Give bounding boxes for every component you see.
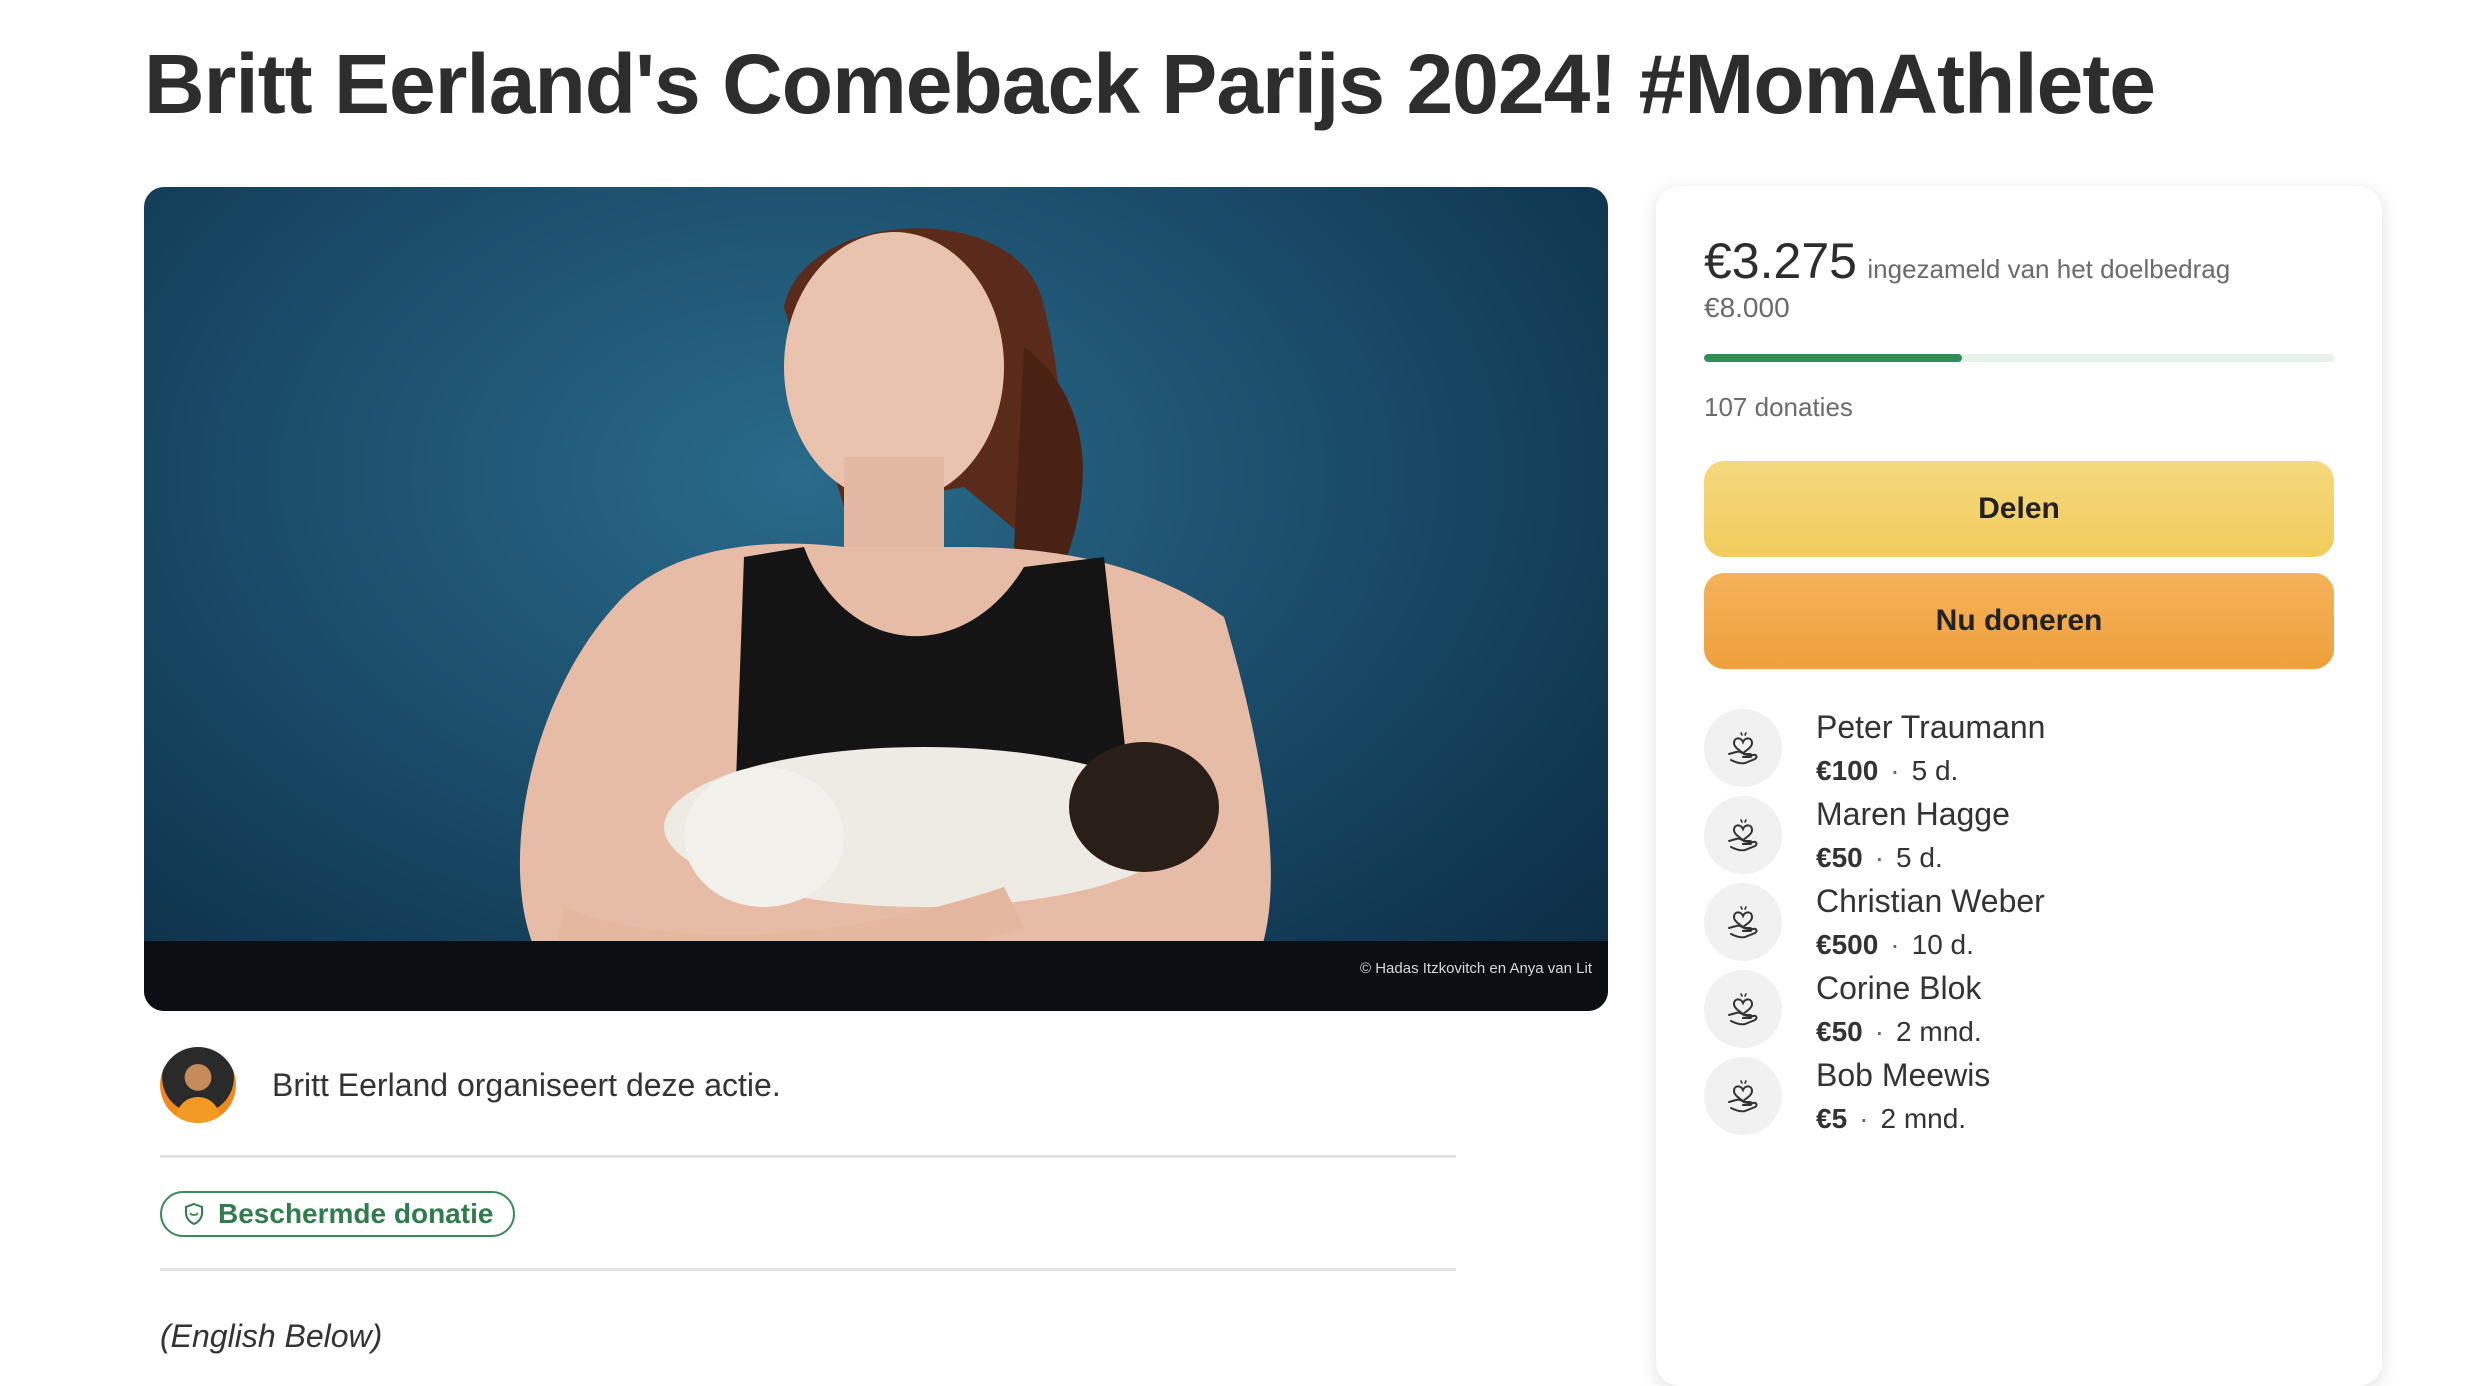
separator-dot: ·	[1890, 929, 1900, 960]
shield-icon	[185, 1202, 203, 1226]
heart-hand-icon	[1728, 993, 1758, 1026]
donor-avatar	[1704, 883, 1782, 961]
separator-dot: ·	[1890, 755, 1900, 786]
progress-bar	[1704, 354, 2334, 362]
donor-amount: €5	[1816, 1103, 1848, 1134]
heart-hand-icon	[1728, 819, 1758, 852]
heart-hand-icon	[1728, 906, 1758, 939]
donor-row[interactable]: Christian Weber €500 · 10 d.	[1704, 883, 2334, 973]
organizer-text: Britt Eerland organiseert deze actie.	[272, 1067, 781, 1103]
donation-card: €3.275 ingezameld van het doelbedrag €8.…	[1656, 186, 2382, 1386]
donor-avatar	[1704, 1057, 1782, 1135]
donor-amount: €100	[1816, 755, 1879, 786]
donor-name: Peter Traumann	[1816, 709, 2046, 745]
donor-row[interactable]: Corine Blok €50 · 2 mnd.	[1704, 970, 2334, 1060]
badge-label: Beschermde donatie	[218, 1198, 494, 1229]
goal-amount: €8.000	[1704, 292, 1790, 323]
divider-bottom	[160, 1268, 1456, 1271]
donor-meta: €50 · 5 d.	[1816, 842, 1943, 874]
donor-name: Christian Weber	[1816, 883, 2045, 919]
raised-label: ingezameld van het doelbedrag	[1867, 254, 2231, 284]
campaign-photo-illustration	[144, 228, 1608, 1011]
donor-time: 5 d.	[1911, 755, 1959, 786]
donor-amount: €50	[1816, 1016, 1863, 1047]
organizer-avatar[interactable]	[160, 1047, 236, 1123]
progress-fill	[1704, 354, 1963, 362]
donor-avatar	[1704, 970, 1782, 1048]
donor-row[interactable]: Bob Meewis €5 · 2 mnd.	[1704, 1057, 2334, 1147]
separator-dot: ·	[1874, 842, 1885, 873]
donor-row[interactable]: Maren Hagge €50 · 5 d.	[1704, 796, 2334, 886]
heart-hand-icon	[1728, 1080, 1758, 1113]
photo-credit: © Hadas Itzkovitch en Anya van Lit	[1359, 960, 1592, 977]
donor-time: 2 mnd.	[1880, 1103, 1967, 1134]
donor-avatar	[1704, 796, 1782, 874]
donor-name: Corine Blok	[1816, 970, 1982, 1006]
donate-button[interactable]: Nu doneren	[1704, 573, 2334, 669]
heart-hand-icon	[1728, 732, 1758, 765]
donor-meta: €50 · 2 mnd.	[1816, 1016, 1982, 1048]
donor-meta: €100 · 5 d.	[1816, 755, 1958, 787]
divider-top	[160, 1155, 1456, 1158]
donations-count: 107 donaties	[1704, 392, 1853, 422]
donor-meta: €5 · 2 mnd.	[1816, 1103, 1966, 1135]
donor-amount: €50	[1816, 842, 1863, 873]
separator-dot: ·	[1859, 1103, 1869, 1134]
donor-time: 10 d.	[1911, 929, 1974, 960]
donor-meta: €500 · 10 d.	[1816, 929, 1974, 961]
organizer-row[interactable]: Britt Eerland organiseert deze actie.	[160, 1047, 1456, 1123]
campaign-photo[interactable]: © Hadas Itzkovitch en Anya van Lit	[144, 187, 1608, 1011]
story-intro: (English Below)	[160, 1318, 383, 1354]
donor-amount: €500	[1816, 929, 1879, 960]
donor-name: Maren Hagge	[1816, 796, 2010, 832]
donor-time: 2 mnd.	[1896, 1016, 1982, 1047]
separator-dot: ·	[1874, 1016, 1885, 1047]
donor-name: Bob Meewis	[1816, 1057, 1991, 1093]
protected-donation-badge[interactable]: Beschermde donatie	[160, 1191, 516, 1237]
raised-line: €3.275 ingezameld van het doelbedrag	[1704, 232, 2230, 290]
page-title: Britt Eerland's Comeback Parijs 2024! #M…	[144, 37, 2156, 131]
donor-row[interactable]: Peter Traumann €100 · 5 d.	[1704, 709, 2334, 799]
donor-avatar	[1704, 709, 1782, 787]
raised-amount: €3.275	[1704, 233, 1857, 289]
donor-time: 5 d.	[1896, 842, 1943, 873]
share-button[interactable]: Delen	[1704, 461, 2334, 557]
